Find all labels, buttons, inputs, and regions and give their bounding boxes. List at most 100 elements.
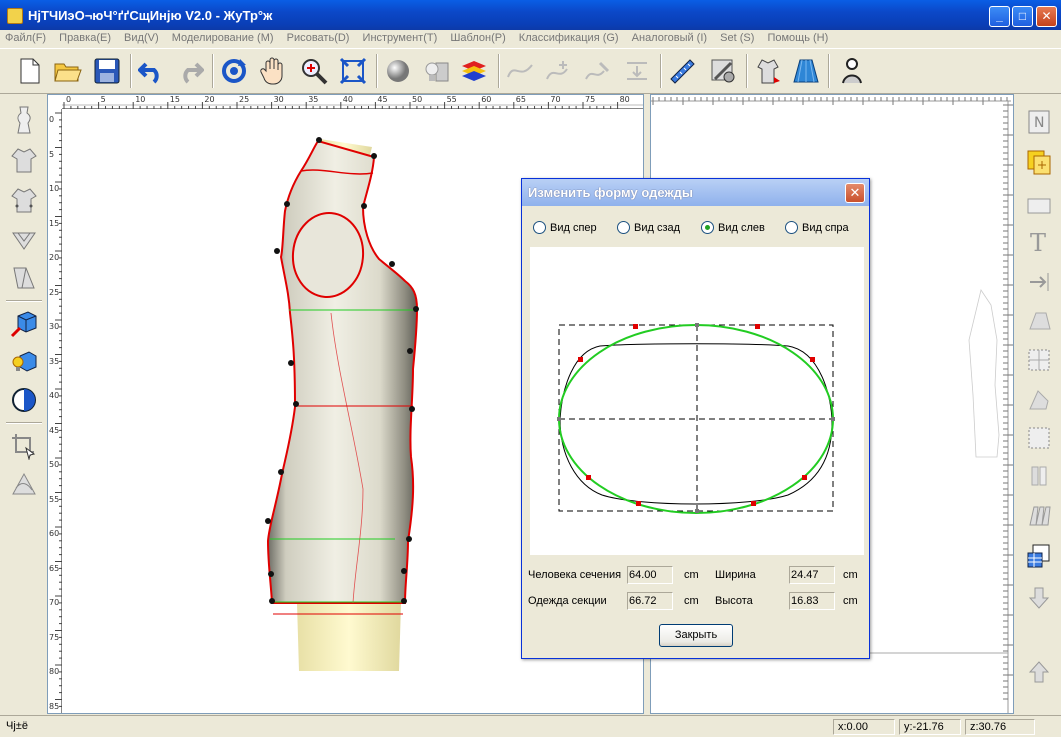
mannequin-icon[interactable] (836, 55, 868, 87)
ruler-tick-label: 65 (515, 95, 526, 104)
open-folder-icon[interactable] (52, 55, 84, 87)
rectangle-icon[interactable] (1023, 190, 1055, 222)
pan-hand-icon[interactable] (257, 55, 289, 87)
curve-icon[interactable] (504, 55, 536, 87)
garment-section-field[interactable]: 66.72 (627, 592, 673, 610)
settings-icon[interactable] (707, 55, 739, 87)
add-point-icon[interactable] (543, 55, 575, 87)
ruler-tick-label: 75 (585, 95, 596, 104)
text-icon[interactable]: T (1023, 226, 1055, 258)
dialog-title: Изменить форму одежды (528, 185, 693, 200)
ruler-tick-label: 40 (342, 95, 353, 104)
menu-file[interactable]: Файл(F) (0, 30, 51, 46)
status-bar: Чј±ё x:0.00 y:-21.76 z:30.76 (0, 715, 1061, 737)
ruler-tick-label: 70 (49, 598, 60, 607)
radio-dot-selected[interactable] (701, 221, 714, 234)
menu-template[interactable]: Шаблон(P) (445, 30, 510, 46)
menu-draw[interactable]: Рисовать(D) (282, 30, 355, 46)
title-bar: НјТЧИэО¬юЧ°ґґСщИнјю V2.0 - ЖуТр°ж _ □ ✕ (0, 0, 1061, 30)
menu-modeling[interactable]: Моделирование (M) (167, 30, 279, 46)
crop-select-icon[interactable] (7, 430, 41, 462)
minimize-button[interactable]: _ (989, 6, 1010, 27)
human-section-field[interactable]: 64.00 (627, 566, 673, 584)
new-piece-icon[interactable]: N (1023, 106, 1055, 138)
garment-outline[interactable] (266, 139, 419, 604)
move-cube-icon[interactable] (7, 308, 41, 340)
radio-view-front[interactable]: Вид спер (533, 221, 597, 234)
close-dialog-button[interactable]: Закрыть (659, 624, 733, 647)
arrow-down-icon[interactable] (1023, 582, 1055, 614)
table-icon[interactable] (1023, 540, 1055, 572)
radio-dot[interactable] (617, 221, 630, 234)
radio-label: Вид сзад (634, 221, 681, 234)
layers-pieces-icon[interactable] (1023, 500, 1055, 532)
radio-dot[interactable] (533, 221, 546, 234)
dialog-close-icon[interactable]: ✕ (845, 183, 865, 203)
cross-section-canvas[interactable] (530, 247, 864, 555)
ruler-tick-label: 70 (550, 95, 561, 104)
zoom-icon[interactable] (298, 55, 330, 87)
fold-icon[interactable] (1023, 304, 1055, 336)
ruler-tick-label: 40 (49, 391, 60, 400)
human-section-label: Человека сечения (528, 569, 622, 581)
height-field[interactable]: 16.83 (789, 592, 835, 610)
menu-view[interactable]: Вид(V) (119, 30, 164, 46)
undo-icon[interactable] (136, 55, 168, 87)
radio-view-back[interactable]: Вид сзад (617, 221, 680, 234)
shirt-icon[interactable] (7, 144, 41, 176)
copy-piece-icon[interactable] (1023, 146, 1055, 178)
fit-view-icon[interactable] (337, 55, 369, 87)
unit-label: cm (843, 595, 858, 607)
radio-label: Вид спра (802, 221, 849, 234)
shape-edit-icon[interactable] (1023, 384, 1055, 416)
shading-icon[interactable] (7, 384, 41, 416)
app-icon (7, 8, 23, 24)
lamp-icon[interactable] (420, 55, 452, 87)
ruler-tick-label: 60 (49, 529, 60, 538)
layers-icon[interactable] (458, 55, 490, 87)
skirt-icon[interactable] (790, 55, 822, 87)
ruler-tick-label: 30 (49, 322, 60, 331)
menu-set[interactable]: Set (S) (715, 30, 759, 46)
close-window-button[interactable]: ✕ (1036, 6, 1057, 27)
sphere-icon[interactable] (382, 55, 414, 87)
ruler-tick-label: 5 (100, 95, 106, 104)
maximize-button[interactable]: □ (1012, 6, 1033, 27)
radio-dot[interactable] (785, 221, 798, 234)
width-field[interactable]: 24.47 (789, 566, 835, 584)
align-icon[interactable] (621, 55, 653, 87)
menu-edit[interactable]: Правка(E) (54, 30, 116, 46)
collar-icon[interactable] (7, 224, 41, 256)
dashed-rect-icon[interactable] (1023, 422, 1055, 454)
menu-tools[interactable]: Инструмент(T) (358, 30, 443, 46)
ruler-tick-label: 45 (49, 425, 60, 435)
edit-curve-icon[interactable] (582, 55, 614, 87)
dress-form-icon[interactable] (7, 104, 41, 136)
bend-icon[interactable] (7, 468, 41, 500)
light-cube-icon[interactable] (7, 346, 41, 378)
radio-view-left[interactable]: Вид слев (701, 221, 765, 234)
rotate-icon[interactable] (218, 55, 250, 87)
width-label: Ширина (715, 569, 756, 581)
menu-help[interactable]: Помощь (H) (762, 30, 833, 46)
radio-label: Вид спер (550, 221, 597, 234)
redo-icon[interactable] (174, 55, 206, 87)
new-file-icon[interactable] (14, 55, 46, 87)
unit-label: cm (684, 595, 699, 607)
mirror-icon[interactable] (1023, 460, 1055, 492)
measure-ruler-icon[interactable] (666, 55, 698, 87)
menu-bar: Файл(F) Правка(E) Вид(V) Моделирование (… (0, 30, 1061, 48)
menu-classification[interactable]: Классификация (G) (514, 30, 624, 46)
radio-view-right[interactable]: Вид спра (785, 221, 849, 234)
arrow-up-icon[interactable] (1023, 656, 1055, 688)
garment-shirt-icon[interactable] (752, 55, 784, 87)
arrow-right-icon[interactable] (1023, 266, 1055, 298)
pattern-icon[interactable] (7, 262, 41, 294)
ruler-tick-label: 55 (49, 494, 60, 504)
ruler-tick-label: 80 (49, 667, 60, 676)
menu-analog[interactable]: Аналоговый (I) (627, 30, 712, 46)
grid-select-icon[interactable] (1023, 344, 1055, 376)
save-icon[interactable] (91, 55, 123, 87)
shirt-points-icon[interactable] (7, 184, 41, 216)
ruler-tick-label: 50 (412, 95, 423, 104)
